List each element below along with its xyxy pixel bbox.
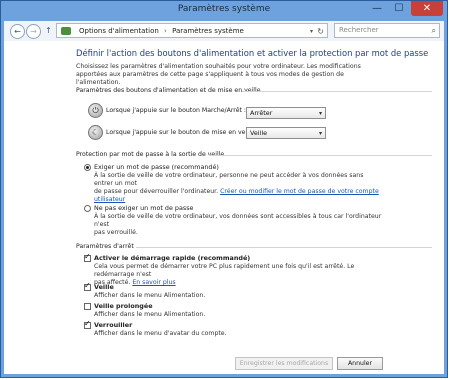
maximize-button[interactable]: ☐ xyxy=(389,1,409,16)
veille-description: Afficher dans le menu Alimentation. xyxy=(94,292,206,299)
veille-prolongee-checkbox[interactable] xyxy=(84,303,91,310)
require-password-desc-text: de passe pour déverrouiller l'ordinateur… xyxy=(94,188,221,195)
page-title: Définir l'action des boutons d'alimentat… xyxy=(76,48,429,58)
sleep-button-select[interactable]: Veille ▾ xyxy=(246,127,326,139)
search-input[interactable]: Rechercher ⌕ xyxy=(334,23,440,38)
require-password-desc-line1: À la sortie de veille de votre ordinateu… xyxy=(94,172,364,187)
change-password-link-cont[interactable]: utilisateur xyxy=(94,196,125,203)
power-button-label: Lorsque j'appuie sur le bouton Marche/Ar… xyxy=(106,107,246,114)
no-password-desc-line1: À la sortie de veille de votre ordinateu… xyxy=(94,213,382,228)
veille-label[interactable]: Veille xyxy=(94,283,114,291)
fast-startup-checkbox[interactable] xyxy=(84,252,91,262)
back-arrow-icon[interactable]: ← xyxy=(10,24,25,39)
password-section-title: Protection par mot de passe à la sortie … xyxy=(76,151,225,158)
minimize-button[interactable]: — xyxy=(367,1,387,16)
page-intro: Choisissez les paramètres d'alimentation… xyxy=(76,63,361,86)
verrouiller-label[interactable]: Verrouiller xyxy=(94,321,132,329)
control-panel-icon xyxy=(61,27,71,35)
no-password-label[interactable]: Ne pas exiger un mot de passe xyxy=(94,204,194,212)
search-icon[interactable]: ⌕ xyxy=(432,24,436,37)
sleep-button-value: Veille xyxy=(250,129,268,137)
breadcrumb-power-options[interactable]: Options d'alimentation xyxy=(79,27,159,35)
veille-prolongee-description: Afficher dans le menu Alimentation. xyxy=(94,311,206,318)
fast-startup-desc-line2: pas affecté. En savoir plus xyxy=(94,279,394,287)
cancel-button[interactable]: Annuler xyxy=(337,357,383,370)
sleep-button-label: Lorsque j'appuie sur le bouton de mise e… xyxy=(106,129,259,136)
power-buttons-section-title: Paramètres des boutons d'alimentation et… xyxy=(76,87,261,94)
breadcrumb-system-settings[interactable]: Paramètres système xyxy=(172,27,244,35)
power-button-icon: ⏻ xyxy=(88,103,103,118)
breadcrumb-separator: › xyxy=(164,27,167,35)
fast-startup-label[interactable]: Activer le démarrage rapide (recommandé) xyxy=(94,254,250,262)
up-arrow-icon[interactable]: ↑ xyxy=(42,24,55,37)
title-bar: Paramètres système — ☐ ✕ xyxy=(1,1,447,21)
chevron-down-icon: ▾ xyxy=(318,110,322,117)
section-divider xyxy=(242,91,432,92)
search-placeholder: Rechercher xyxy=(339,26,379,34)
forward-arrow-icon[interactable]: → xyxy=(26,24,41,39)
no-password-desc-line2: pas verrouillé. xyxy=(94,229,138,236)
change-password-link[interactable]: Créer ou modifier le mot de passe de vot… xyxy=(220,188,379,195)
power-button-select[interactable]: Arrêter ▾ xyxy=(246,107,326,119)
veille-checkbox[interactable] xyxy=(84,281,91,291)
require-password-label[interactable]: Exiger un mot de passe (recommandé) xyxy=(94,163,219,171)
shutdown-section-title: Paramètres d'arrêt xyxy=(76,243,134,250)
section-divider xyxy=(136,247,432,248)
learn-more-link[interactable]: En savoir plus xyxy=(132,279,175,286)
address-field[interactable]: Options d'alimentation › Paramètres syst… xyxy=(56,23,328,38)
veille-prolongee-label[interactable]: Veille prolongée xyxy=(94,302,153,310)
verrouiller-description: Afficher dans le menu d'avatar du compte… xyxy=(94,330,227,337)
window: Paramètres système — ☐ ✕ ← → ↑ Options d… xyxy=(0,0,448,378)
require-password-radio[interactable] xyxy=(84,164,91,171)
refresh-icon[interactable]: ↻ xyxy=(317,24,324,39)
chevron-down-icon: ▾ xyxy=(318,130,322,137)
no-password-radio[interactable] xyxy=(84,205,91,212)
no-password-description: À la sortie de veille de votre ordinateu… xyxy=(94,213,384,237)
address-bar-area: ← → ↑ Options d'alimentation › Paramètre… xyxy=(4,21,444,41)
fast-startup-description: Cela vous permet de démarrer votre PC pl… xyxy=(94,263,394,287)
require-password-desc-line2: de passe pour déverrouiller l'ordinateur… xyxy=(94,188,384,196)
section-divider xyxy=(209,155,432,156)
verrouiller-checkbox[interactable] xyxy=(84,319,91,329)
settings-content: Définir l'action des boutons d'alimentat… xyxy=(4,41,444,374)
sleep-button-icon: ☾ xyxy=(88,125,103,140)
history-dropdown-icon[interactable]: ▾ xyxy=(310,24,313,39)
save-button[interactable]: Enregistrer les modifications xyxy=(235,357,333,370)
require-password-description: À la sortie de veille de votre ordinateu… xyxy=(94,172,384,204)
fast-startup-desc-line1: Cela vous permet de démarrer votre PC pl… xyxy=(94,263,355,278)
close-button[interactable]: ✕ xyxy=(411,1,443,16)
power-button-value: Arrêter xyxy=(250,109,273,117)
